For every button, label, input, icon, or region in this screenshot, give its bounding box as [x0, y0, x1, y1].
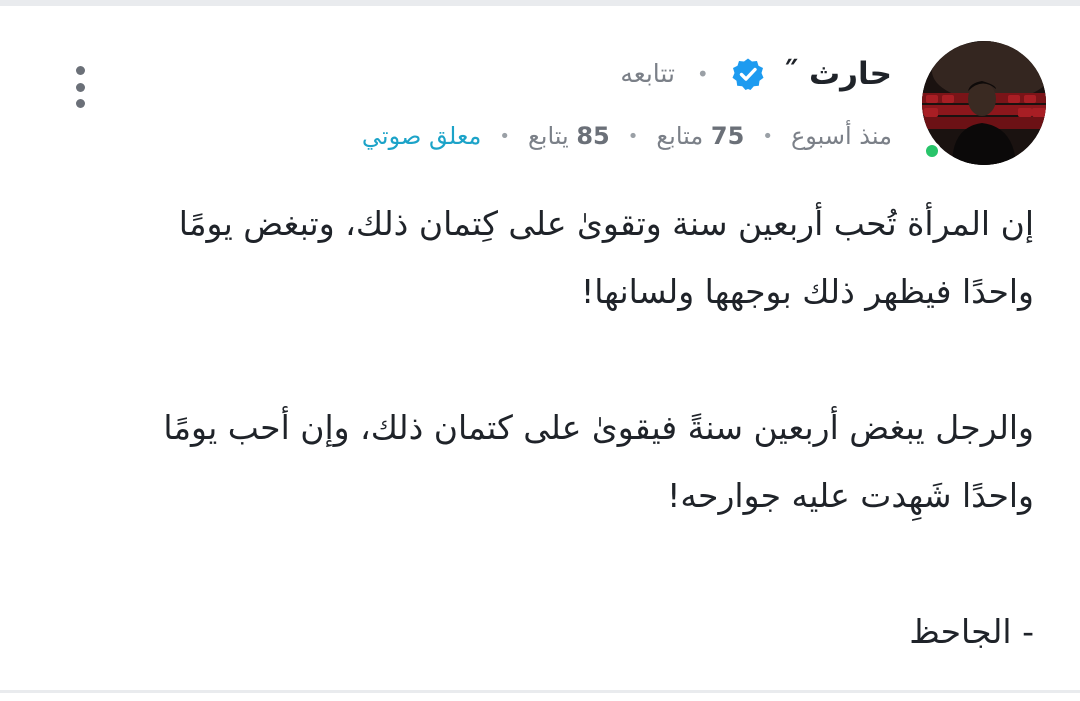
- post-meta-row: منذ أسبوع • 75 متابع • 85 يتابع • معلق ص…: [362, 116, 892, 156]
- separator-dot: •: [499, 125, 511, 147]
- separator-dot: •: [627, 125, 639, 147]
- post-signature: - الجاحظ: [909, 612, 1034, 651]
- follow-status-link[interactable]: تتابعه: [620, 52, 675, 96]
- following-label: يتابع: [528, 122, 569, 150]
- online-status-indicator: [923, 142, 941, 160]
- bottom-divider: [0, 690, 1080, 693]
- author-name[interactable]: حارث ˝: [783, 52, 892, 96]
- menu-dot: [75, 99, 85, 108]
- followers-label: متابع: [656, 122, 704, 150]
- more-vertical-icon[interactable]: [66, 66, 94, 108]
- followers-count: 75: [710, 122, 745, 150]
- menu-dot: [75, 82, 85, 92]
- voice-comment-link[interactable]: معلق صوتي: [362, 116, 481, 156]
- following-count: 85: [576, 122, 610, 150]
- post-card: حارث ˝ • تتابعه منذ أسبوع • 75 متابع • 8…: [0, 0, 1080, 701]
- post-time: منذ أسبوع: [790, 122, 892, 150]
- author-row: حارث ˝ • تتابعه: [620, 52, 892, 96]
- menu-dot: [75, 66, 85, 75]
- top-divider: [0, 0, 1080, 6]
- avatar-photo: [922, 41, 1046, 165]
- post-line: واحدًا شَهِدت عليه جوارحه!: [667, 476, 1034, 515]
- following-stat[interactable]: 85 يتابع: [528, 116, 610, 156]
- post-line: واحدًا فيظهر ذلك بوجهها ولسانها!: [580, 272, 1034, 311]
- post-line: إن المرأة تُحب أربعين سنة وتقوىٰ على كِت…: [178, 204, 1034, 243]
- followers-stat[interactable]: 75 متابع: [656, 116, 744, 156]
- post-text: إن المرأة تُحب أربعين سنة وتقوىٰ على كِت…: [60, 190, 1034, 666]
- verified-badge-icon: [731, 57, 765, 91]
- separator-dot: •: [696, 62, 709, 86]
- separator-dot: •: [762, 125, 773, 147]
- avatar[interactable]: [922, 41, 1046, 165]
- post-line: والرجل يبغض أربعين سنةً فيقوىٰ على كتمان…: [163, 408, 1034, 447]
